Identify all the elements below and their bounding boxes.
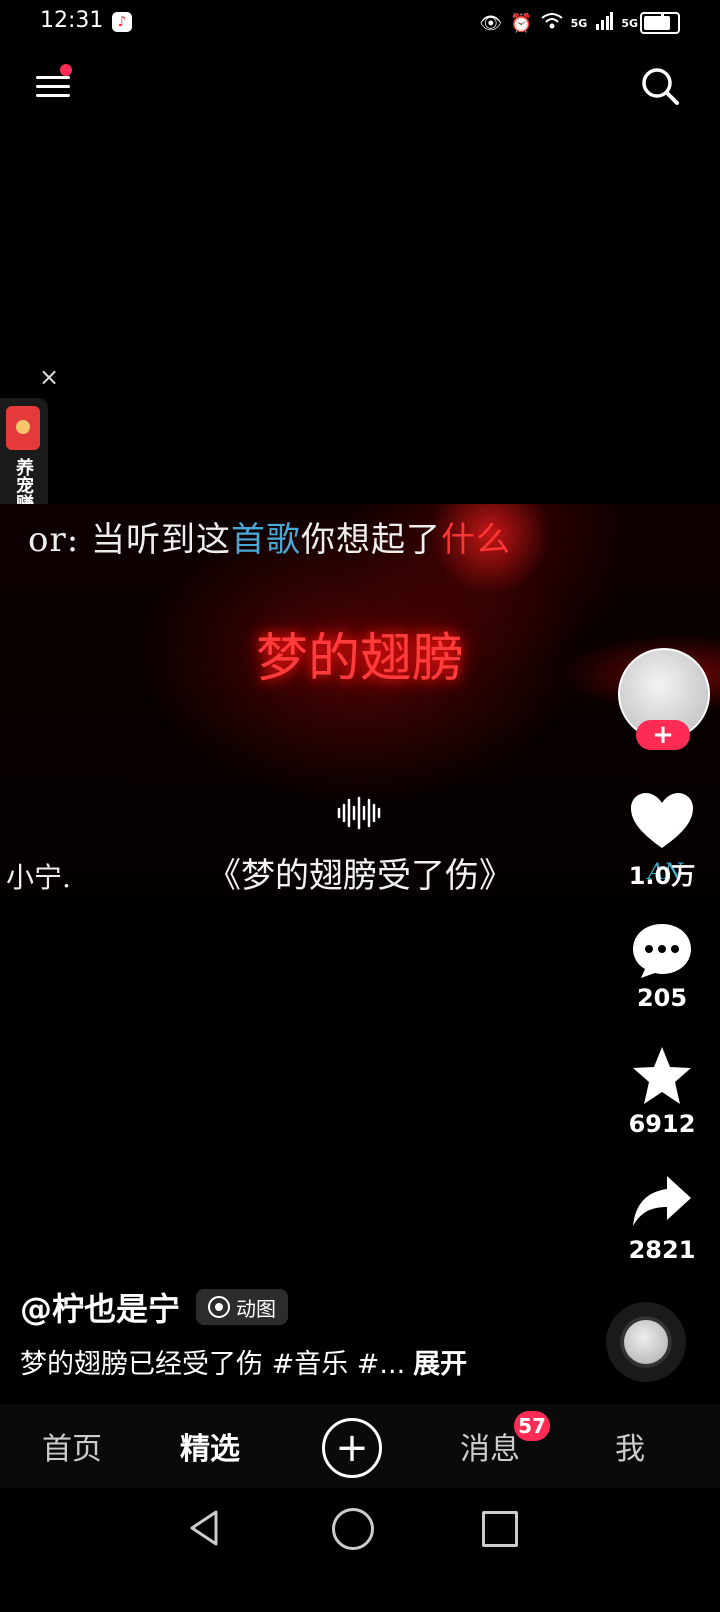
status-time: 12:31 <box>40 8 104 33</box>
system-nav-bar <box>0 1488 720 1612</box>
search-icon[interactable] <box>640 66 680 106</box>
star-icon[interactable] <box>627 1044 697 1108</box>
tab-me[interactable]: 我 <box>570 1424 690 1468</box>
follow-button[interactable]: + <box>636 720 690 750</box>
lyric-line: or: 当听到这首歌你想起了什么 <box>28 520 511 560</box>
signal-5g-icon: 5G <box>621 17 638 30</box>
notification-dot <box>60 64 72 76</box>
heart-icon[interactable] <box>627 790 697 854</box>
red-packet-icon[interactable] <box>6 406 40 450</box>
share-count: 2821 <box>628 1236 696 1264</box>
close-icon[interactable]: × <box>36 364 62 390</box>
share-button[interactable]: 2821 <box>612 1170 712 1264</box>
content-type-badge: 动图 <box>196 1289 288 1325</box>
tab-featured[interactable]: 精选 <box>150 1424 270 1468</box>
comment-count: 205 <box>636 984 688 1012</box>
share-icon[interactable] <box>627 1170 697 1234</box>
comment-icon[interactable] <box>627 918 697 982</box>
caption-text: 梦的翅膀已经受了伤 #音乐 #... <box>20 1349 406 1380</box>
like-button[interactable]: 1.0万 <box>612 790 712 891</box>
back-icon[interactable] <box>186 1508 226 1548</box>
live-photo-icon <box>208 1296 230 1318</box>
status-icons: 👁 ⏰ 5G 5G <box>479 12 664 35</box>
alarm-icon: ⏰ <box>510 13 533 34</box>
like-count: 1.0万 <box>628 862 696 890</box>
neon-song-title: 梦的翅膀 <box>255 629 464 689</box>
signal-bars-icon <box>595 12 614 35</box>
comment-button[interactable]: 205 <box>612 918 712 1012</box>
video-caption[interactable]: 梦的翅膀已经受了伤 #音乐 #... 展开 <box>20 1342 467 1381</box>
add-button[interactable]: + <box>322 1418 382 1478</box>
wifi-icon <box>541 12 563 35</box>
music-app-icon: ♪ <box>112 12 132 32</box>
home-icon[interactable] <box>332 1508 374 1550</box>
eye-icon: 👁 <box>479 13 503 34</box>
badge-label: 动图 <box>236 1296 276 1321</box>
audio-wave-icon <box>336 796 382 830</box>
battery-icon <box>640 12 680 34</box>
messages-badge: 57 <box>514 1411 550 1441</box>
recent-apps-icon[interactable] <box>482 1511 518 1547</box>
favorite-count: 6912 <box>628 1110 696 1138</box>
tab-home[interactable]: 首页 <box>12 1424 132 1468</box>
expand-link[interactable]: 展开 <box>413 1349 467 1380</box>
favorite-button[interactable]: 6912 <box>612 1044 712 1138</box>
video-watermark-name: 小宁. <box>6 861 71 894</box>
signal-5g-icon: 5G <box>570 17 588 30</box>
author-name[interactable]: @柠也是宁 <box>20 1284 180 1330</box>
music-cover <box>624 1320 668 1364</box>
